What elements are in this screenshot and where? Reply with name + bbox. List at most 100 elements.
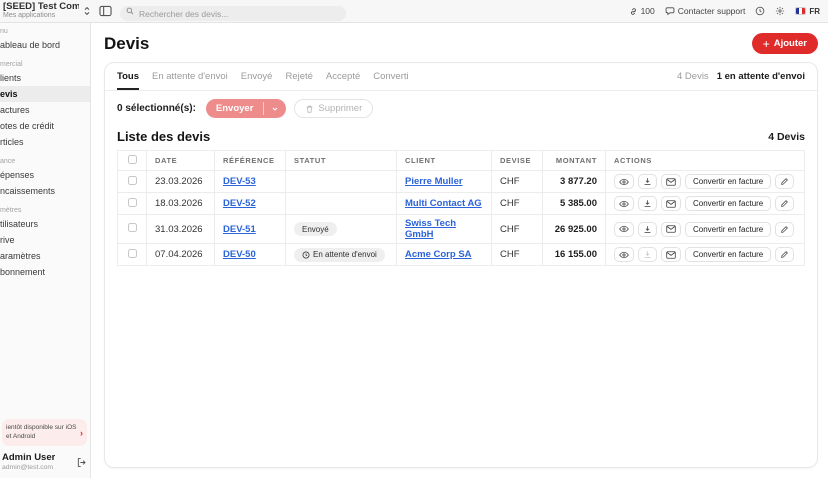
credits-count: 100: [640, 6, 655, 16]
select-all-checkbox[interactable]: [127, 155, 137, 164]
clock-icon[interactable]: [755, 6, 765, 16]
chevron-right-icon: ›: [80, 427, 83, 438]
row-checkbox[interactable]: [127, 197, 137, 207]
eye-icon: [619, 225, 629, 233]
sidebar-item-tableau-de-bord[interactable]: ableau de bord: [0, 37, 90, 53]
convert-to-invoice-button[interactable]: Convertir en facture: [685, 221, 772, 237]
edit-button[interactable]: [775, 174, 795, 189]
add-quote-label: Ajouter: [773, 38, 807, 49]
view-button[interactable]: [614, 247, 634, 262]
page-header: Devis + Ajouter: [91, 23, 828, 62]
email-button[interactable]: [661, 196, 681, 211]
chevrons-up-down-icon: [83, 6, 91, 16]
eye-icon: [619, 251, 629, 259]
row-actions: Convertir en facture: [614, 221, 796, 237]
column-client: CLIENT: [396, 150, 492, 171]
list-header: Liste des devis 4 Devis: [105, 125, 817, 148]
pending-count: 1 en attente d'envoi: [716, 71, 805, 82]
user-meta: Admin User admin@test.com: [2, 453, 55, 472]
view-button[interactable]: [614, 221, 634, 237]
contact-support[interactable]: Contacter support: [665, 6, 745, 16]
download-button[interactable]: [638, 247, 657, 262]
view-button[interactable]: [614, 174, 634, 189]
reference-link[interactable]: DEV-51: [223, 224, 256, 235]
email-button[interactable]: [661, 247, 681, 262]
currency-cell: CHF: [491, 214, 543, 244]
amount-cell: 26 925.00: [542, 214, 606, 244]
amount-cell: 3 877.20: [542, 170, 606, 193]
currency-cell: CHF: [491, 243, 543, 266]
download-icon: [643, 225, 652, 234]
add-quote-button[interactable]: + Ajouter: [751, 33, 818, 54]
client-link[interactable]: Swiss Tech GmbH: [405, 218, 456, 240]
search-input[interactable]: [120, 6, 346, 21]
sidebar-section-finance: ance: [0, 158, 16, 165]
settings-icon[interactable]: [775, 6, 785, 16]
delete-button[interactable]: Supprimer: [294, 99, 374, 118]
amount-cell: 5 385.00: [542, 192, 606, 215]
status-badge-label: En attente d'envoi: [313, 250, 377, 259]
sidebar-item-parametres[interactable]: aramètres: [0, 248, 90, 264]
reference-link[interactable]: DEV-52: [223, 198, 256, 209]
tab-en-attente-denvoi[interactable]: En attente d'envoi: [152, 63, 228, 90]
selected-count-label: 0 sélectionné(s):: [117, 103, 196, 114]
sidebar-item-devis[interactable]: evis: [0, 86, 90, 102]
tabs-counts: 4 Devis 1 en attente d'envoi: [677, 63, 805, 90]
trash-icon: [305, 104, 314, 114]
row-checkbox[interactable]: [127, 175, 137, 185]
row-checkbox[interactable]: [127, 248, 137, 258]
sidebar-item-depenses[interactable]: épenses: [0, 167, 90, 183]
sidebar-item-articles[interactable]: rticles: [0, 134, 90, 150]
mobile-app-promo[interactable]: ientôt disponible sur iOS et Android ›: [2, 418, 87, 447]
sidebar-item-notes-de-credit[interactable]: otes de crédit: [0, 118, 90, 134]
logout-icon[interactable]: [76, 457, 87, 468]
sidebar-item-drive[interactable]: rive: [0, 232, 90, 248]
total-count: 4 Devis: [677, 71, 709, 82]
sidebar-item-factures[interactable]: actures: [0, 102, 90, 118]
table-row: 31.03.2026 DEV-51 Envoyé Swiss Tech GmbH…: [117, 214, 805, 244]
download-button[interactable]: [638, 174, 657, 189]
client-link[interactable]: Multi Contact AG: [405, 198, 482, 209]
convert-to-invoice-button[interactable]: Convertir en facture: [685, 174, 772, 189]
user-account[interactable]: Admin User admin@test.com: [2, 453, 87, 472]
org-info: [SEED] Test Company ... Mes applications: [3, 2, 79, 19]
sidebar-item-clients[interactable]: lients: [0, 70, 90, 86]
sidebar-item-abonnement[interactable]: bonnement: [0, 264, 90, 280]
org-switcher[interactable]: [SEED] Test Company ... Mes applications: [3, 2, 91, 19]
edit-button[interactable]: [775, 196, 795, 211]
chevron-down-icon[interactable]: [264, 99, 286, 118]
email-button[interactable]: [661, 221, 681, 237]
edit-button[interactable]: [775, 221, 795, 237]
download-button[interactable]: [638, 196, 657, 211]
view-button[interactable]: [614, 196, 634, 211]
quotes-card: Tous En attente d'envoi Envoyé Rejeté Ac…: [104, 62, 818, 468]
convert-to-invoice-button[interactable]: Convertir en facture: [685, 196, 772, 211]
tab-converti[interactable]: Converti: [373, 63, 408, 90]
currency-cell: CHF: [491, 192, 543, 215]
language-selector[interactable]: FR: [795, 7, 820, 16]
credits[interactable]: 100: [629, 6, 655, 16]
reference-link[interactable]: DEV-53: [223, 176, 256, 187]
tab-envoye[interactable]: Envoyé: [241, 63, 273, 90]
edit-button[interactable]: [775, 247, 795, 262]
tab-accepte[interactable]: Accepté: [326, 63, 360, 90]
convert-to-invoice-button[interactable]: Convertir en facture: [685, 247, 772, 262]
sidebar-toggle-icon[interactable]: [99, 5, 112, 17]
tab-tous[interactable]: Tous: [117, 63, 139, 90]
topbar-right: 100 Contacter support FR: [629, 6, 820, 16]
reference-link[interactable]: DEV-50: [223, 249, 256, 260]
client-link[interactable]: Acme Corp SA: [405, 249, 472, 260]
row-checkbox[interactable]: [127, 223, 137, 232]
sidebar-item-encaissements[interactable]: ncaissements: [0, 183, 90, 199]
download-button[interactable]: [638, 221, 657, 237]
status-tabs: Tous En attente d'envoi Envoyé Rejeté Ac…: [105, 63, 817, 91]
sidebar-item-utilisateurs[interactable]: tilisateurs: [0, 216, 90, 232]
client-link[interactable]: Pierre Muller: [405, 176, 463, 187]
org-subtitle: Mes applications: [3, 12, 56, 20]
sidebar-section-menu: nu: [0, 28, 8, 35]
sidebar-section-commercial: mercial: [0, 61, 23, 68]
email-button[interactable]: [661, 174, 681, 189]
send-button[interactable]: Envoyer: [205, 99, 287, 118]
tab-rejete[interactable]: Rejeté: [285, 63, 312, 90]
status-cell: En attente d'envoi: [285, 243, 397, 266]
